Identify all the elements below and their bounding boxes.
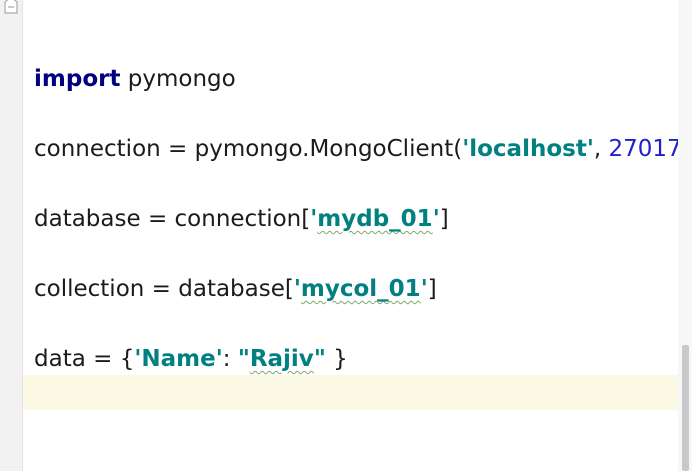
import-module: pymongo bbox=[120, 66, 236, 92]
data-assignment: data = { bbox=[34, 346, 135, 372]
string-name-key: 'Name' bbox=[134, 346, 223, 372]
current-line-highlight bbox=[23, 375, 679, 410]
collection-assignment: collection = database[ bbox=[34, 276, 294, 302]
editor-gutter[interactable] bbox=[0, 0, 23, 471]
keyword-import: import bbox=[34, 66, 121, 92]
string-quote-close: ' bbox=[586, 136, 594, 162]
code-editor[interactable]: """" import pymongo connection = pymongo… bbox=[0, 0, 692, 471]
string-rajiv: Rajiv bbox=[249, 346, 314, 372]
fold-marker-icon[interactable] bbox=[4, 0, 18, 14]
connection-assignment: connection = pymongo.MongoClient( bbox=[34, 136, 463, 162]
string-quote-open: ' bbox=[293, 276, 301, 302]
string-quote-close: ' bbox=[420, 276, 428, 302]
vertical-scrollbar[interactable] bbox=[678, 0, 692, 471]
argument-separator: , bbox=[593, 136, 609, 162]
closing-bracket: ] bbox=[439, 206, 449, 232]
key-separator: : bbox=[222, 346, 238, 372]
string-quote-close: " bbox=[313, 346, 326, 372]
number-port: 27017 bbox=[608, 136, 682, 162]
docstring-fragment[interactable]: """" bbox=[36, 0, 67, 13]
code-line-connection[interactable]: connection = pymongo.MongoClient( 'localh… bbox=[34, 134, 691, 164]
closing-brace: } bbox=[325, 346, 348, 372]
code-line-import[interactable]: import pymongo bbox=[34, 64, 236, 94]
closing-bracket: ] bbox=[427, 276, 437, 302]
string-quote-close: ' bbox=[432, 206, 440, 232]
string-localhost: localhost bbox=[469, 136, 587, 162]
code-line-collection[interactable]: collection = database['mycol_01'] bbox=[34, 274, 437, 304]
code-line-database[interactable]: database = connection['mydb_01'] bbox=[34, 204, 449, 234]
code-line-data[interactable]: data = {'Name': "Rajiv" } bbox=[34, 344, 348, 374]
database-assignment: database = connection[ bbox=[34, 206, 311, 232]
scrollbar-thumb[interactable] bbox=[682, 345, 689, 471]
string-mycol: mycol_01 bbox=[300, 276, 421, 302]
string-mydb: mydb_01 bbox=[317, 206, 433, 232]
string-quote-open: " bbox=[237, 346, 250, 372]
